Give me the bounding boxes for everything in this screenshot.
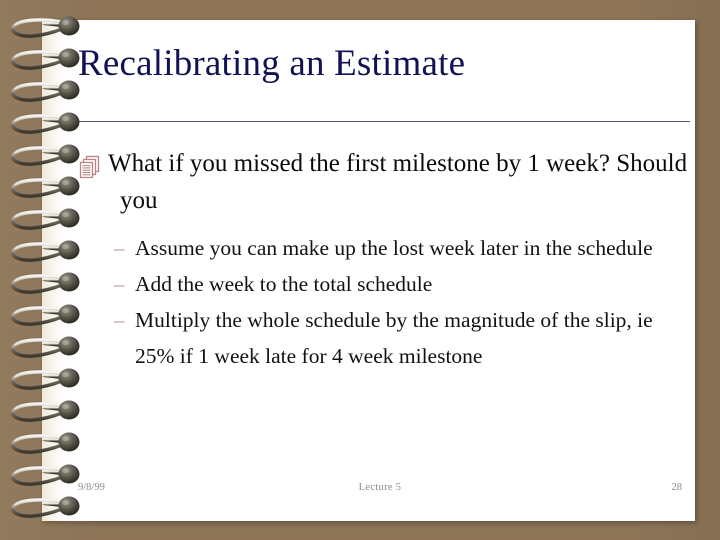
en-dash-icon: – bbox=[114, 236, 125, 260]
slide-body: What if you missed the first milestone b… bbox=[78, 145, 692, 374]
title-area: Recalibrating an Estimate bbox=[78, 42, 678, 86]
footer-date: 9/8/99 bbox=[78, 482, 105, 493]
list-item-text: Multiply the whole schedule by the magni… bbox=[135, 308, 653, 368]
footer-title: Lecture 5 bbox=[358, 482, 402, 493]
slide-root: Recalibrating an Estimate What if you mi… bbox=[0, 0, 720, 540]
list-item: – Add the week to the total schedule bbox=[114, 266, 692, 302]
stacked-pages-icon bbox=[78, 145, 108, 185]
list-item-text: Add the week to the total schedule bbox=[135, 272, 433, 296]
bullet-level2-list: – Assume you can make up the lost week l… bbox=[78, 230, 692, 374]
bullet-level1-text: What if you missed the first milestone b… bbox=[108, 150, 688, 214]
en-dash-icon: – bbox=[114, 272, 125, 296]
list-item: – Multiply the whole schedule by the mag… bbox=[114, 302, 692, 374]
list-item-text: Assume you can make up the lost week lat… bbox=[135, 236, 653, 260]
list-item: – Assume you can make up the lost week l… bbox=[114, 230, 692, 266]
bullet-level1: What if you missed the first milestone b… bbox=[78, 145, 692, 219]
slide-number: 28 bbox=[671, 482, 683, 493]
title-divider bbox=[79, 121, 690, 122]
page-title: Recalibrating an Estimate bbox=[78, 43, 466, 84]
en-dash-icon: – bbox=[114, 308, 125, 332]
slide-footer: 9/8/99 Lecture 5 28 bbox=[78, 481, 682, 495]
page-edge-shading bbox=[42, 20, 76, 521]
